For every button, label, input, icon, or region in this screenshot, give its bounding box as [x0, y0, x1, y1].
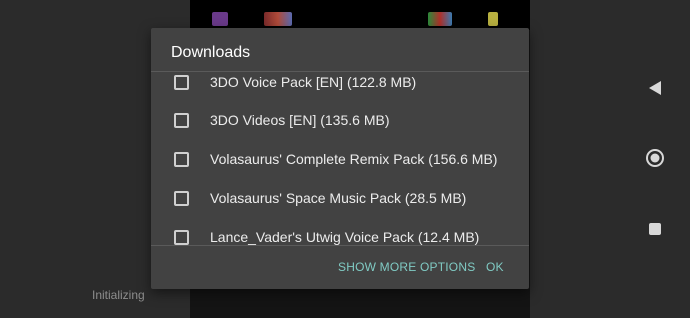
dialog-title: Downloads: [171, 44, 251, 61]
item-label: 3DO Videos [EN] (135.6 MB): [210, 112, 390, 128]
show-more-options-button[interactable]: SHOW MORE OPTIONS: [338, 260, 475, 274]
item-label: Volasaurus' Space Music Pack (28.5 MB): [210, 190, 467, 206]
bottom-divider: [151, 245, 529, 246]
home-circle-icon: [646, 149, 664, 167]
game-sprite-left: [212, 12, 228, 26]
status-text: Initializing: [92, 288, 145, 302]
item-label: Lance_Vader's Utwig Voice Pack (12.4 MB): [210, 229, 480, 245]
downloads-dialog: Downloads 3DO Voice Pack [EN] (122.8 MB)…: [151, 28, 529, 289]
checkbox[interactable]: [174, 229, 189, 245]
app-screen: Initializing Downloads 3DO Voice Pack [E…: [0, 0, 690, 318]
ok-button[interactable]: OK: [486, 260, 504, 274]
list-item[interactable]: Volasaurus' Space Music Pack (28.5 MB): [151, 179, 529, 217]
checkbox[interactable]: [174, 112, 189, 128]
nav-home-button[interactable]: [642, 145, 668, 171]
android-nav-bar: [620, 0, 690, 318]
game-sprite-far-right: [488, 12, 498, 26]
game-sprite-right: [428, 12, 452, 26]
item-label: 3DO Voice Pack [EN] (122.8 MB): [210, 74, 417, 90]
list-item[interactable]: Lance_Vader's Utwig Voice Pack (12.4 MB): [151, 218, 529, 245]
checkbox[interactable]: [174, 190, 189, 206]
game-header-strip: [190, 0, 530, 30]
checkbox[interactable]: [174, 74, 189, 90]
checkbox[interactable]: [174, 151, 189, 167]
list-item[interactable]: 3DO Videos [EN] (135.6 MB): [151, 101, 529, 139]
back-triangle-icon: [649, 81, 661, 95]
list-item[interactable]: 3DO Voice Pack [EN] (122.8 MB): [151, 72, 529, 101]
nav-back-button[interactable]: [642, 75, 668, 101]
game-sprite-center: [264, 12, 292, 26]
nav-recents-button[interactable]: [642, 216, 668, 242]
item-label: Volasaurus' Complete Remix Pack (156.6 M…: [210, 151, 498, 167]
list-item[interactable]: Volasaurus' Complete Remix Pack (156.6 M…: [151, 140, 529, 178]
recents-square-icon: [649, 223, 661, 235]
downloads-list[interactable]: 3DO Voice Pack [EN] (122.8 MB) 3DO Video…: [151, 72, 529, 245]
